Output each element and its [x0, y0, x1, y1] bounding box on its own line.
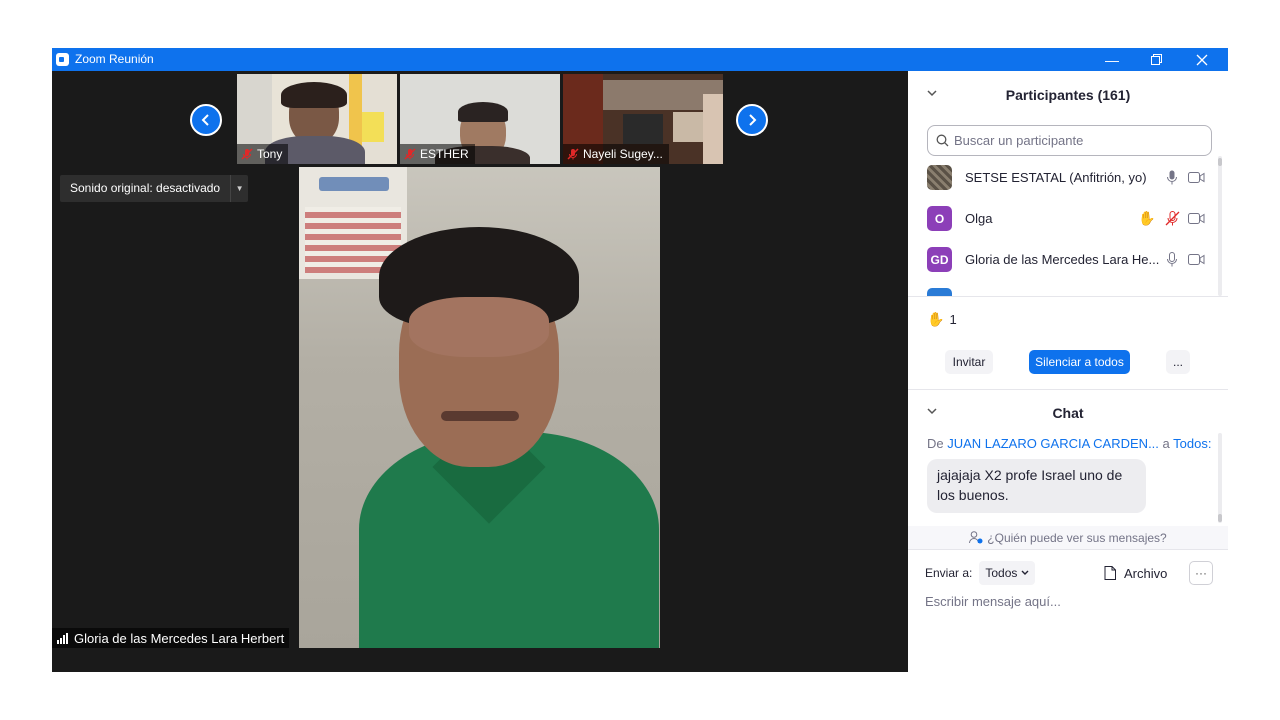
send-to-dropdown[interactable]: Todos: [979, 561, 1036, 585]
chat-message-input[interactable]: Escribir mensaje aquí...: [925, 594, 1061, 609]
video-camera-icon[interactable]: [1187, 210, 1205, 228]
mic-muted-icon: [567, 148, 579, 160]
raised-hands-summary: ✋ 1: [927, 311, 957, 328]
chat-message-header: De JUAN LAZARO GARCIA CARDEN... a Todos:: [927, 436, 1211, 451]
avatar: O: [927, 206, 952, 231]
chat-sender[interactable]: JUAN LAZARO GARCIA CARDEN...: [947, 436, 1159, 451]
search-placeholder: Buscar un participante: [954, 133, 1084, 148]
chevron-down-icon: [1021, 570, 1029, 575]
mic-muted-icon: [404, 148, 416, 160]
file-button[interactable]: Archivo: [1104, 566, 1167, 581]
participant-name: Nayeli Sugey...: [583, 147, 663, 161]
avatar-partial: [927, 288, 952, 296]
close-icon[interactable]: [1179, 48, 1225, 71]
restore-icon[interactable]: [1133, 48, 1179, 71]
minimize-icon[interactable]: —: [1089, 48, 1135, 71]
participant-name: Olga: [965, 211, 993, 226]
microphone-icon[interactable]: [1163, 251, 1181, 269]
original-sound-button[interactable]: Sonido original: desactivado ▼: [60, 175, 249, 202]
raised-hand-icon: ✋: [927, 311, 945, 327]
previous-page-button[interactable]: [190, 104, 222, 136]
chat-recipient[interactable]: Todos:: [1173, 436, 1211, 451]
avatar: GD: [927, 247, 952, 272]
raised-hand-icon: ✋: [1138, 210, 1156, 226]
chat-more-button[interactable]: ···: [1189, 561, 1213, 585]
to-prefix: a: [1162, 436, 1170, 451]
divider: [908, 296, 1228, 297]
participant-name: ESTHER: [420, 147, 469, 161]
signal-strength-icon: [57, 632, 68, 644]
chat-header: Chat: [908, 391, 1228, 431]
zoom-app-icon: [56, 53, 69, 66]
active-speaker-label: Gloria de las Mercedes Lara Herbert: [52, 628, 290, 648]
microphone-icon[interactable]: [1163, 169, 1181, 187]
participant-row[interactable]: SETSE ESTATAL (Anfitrión, yo): [908, 157, 1220, 198]
from-prefix: De: [927, 436, 944, 451]
search-icon: [936, 134, 949, 147]
participant-name: Tony: [257, 147, 283, 161]
invite-button[interactable]: Invitar: [945, 350, 993, 374]
file-icon: [1104, 566, 1116, 580]
active-speaker-name: Gloria de las Mercedes Lara Herbert: [74, 630, 285, 646]
mute-all-button[interactable]: Silenciar a todos: [1029, 350, 1130, 374]
video-camera-icon[interactable]: [1187, 251, 1205, 269]
window-title: Zoom Reunión: [75, 52, 154, 66]
mic-muted-icon[interactable]: [1163, 210, 1181, 228]
participant-name: Gloria de las Mercedes Lara He...: [965, 252, 1160, 267]
send-to-value: Todos: [985, 566, 1018, 580]
chat-scrollbar-thumb[interactable]: [1218, 514, 1222, 522]
message-visibility-text: ¿Quién puede ver sus mensajes?: [987, 530, 1167, 545]
participants-title: Participantes (161): [1005, 87, 1131, 103]
video-thumbnail[interactable]: Tony: [237, 74, 397, 164]
mic-muted-icon: [241, 148, 253, 160]
participant-row[interactable]: GD Gloria de las Mercedes Lara He...: [908, 239, 1220, 280]
zoom-window: Zoom Reunión — Tony ESTHER Nayeli Sugey.…: [52, 48, 1228, 672]
title-bar: Zoom Reunión —: [52, 48, 1228, 71]
chat-title: Chat: [1052, 405, 1084, 421]
chevron-down-icon[interactable]: ▼: [230, 175, 248, 202]
more-options-button[interactable]: ...: [1166, 350, 1190, 374]
divider: [908, 389, 1228, 390]
video-area: Tony ESTHER Nayeli Sugey... Sonido origi…: [52, 71, 908, 672]
avatar: [927, 165, 952, 190]
active-speaker-video: [299, 167, 660, 648]
send-to-label: Enviar a:: [925, 566, 973, 580]
side-panel: Participantes (161) Buscar un participan…: [908, 71, 1228, 672]
send-to-row: Enviar a: Todos Archivo ···: [925, 561, 1215, 585]
participant-label: Tony: [237, 144, 289, 164]
participant-name: SETSE ESTATAL (Anfitrión, yo): [965, 170, 1147, 185]
file-label: Archivo: [1124, 565, 1168, 581]
original-sound-label: Sonido original: desactivado: [70, 181, 221, 195]
participant-search-input[interactable]: Buscar un participante: [927, 125, 1212, 156]
participant-label: Nayeli Sugey...: [563, 144, 669, 164]
video-camera-icon[interactable]: [1187, 169, 1205, 187]
chat-message-bubble: jajajaja X2 profe Israel uno de los buen…: [927, 459, 1146, 513]
video-thumbnail[interactable]: Nayeli Sugey...: [563, 74, 723, 164]
user-info-icon: [969, 531, 983, 544]
video-thumbnail[interactable]: ESTHER: [400, 74, 560, 164]
next-page-button[interactable]: [736, 104, 768, 136]
message-visibility-info[interactable]: ¿Quién puede ver sus mensajes?: [908, 526, 1228, 550]
participants-header: Participantes (161): [908, 73, 1228, 113]
raised-hands-count: 1: [949, 312, 957, 327]
participant-label: ESTHER: [400, 144, 475, 164]
participant-row[interactable]: O Olga ✋: [908, 198, 1220, 239]
chat-scrollbar[interactable]: [1218, 433, 1222, 523]
